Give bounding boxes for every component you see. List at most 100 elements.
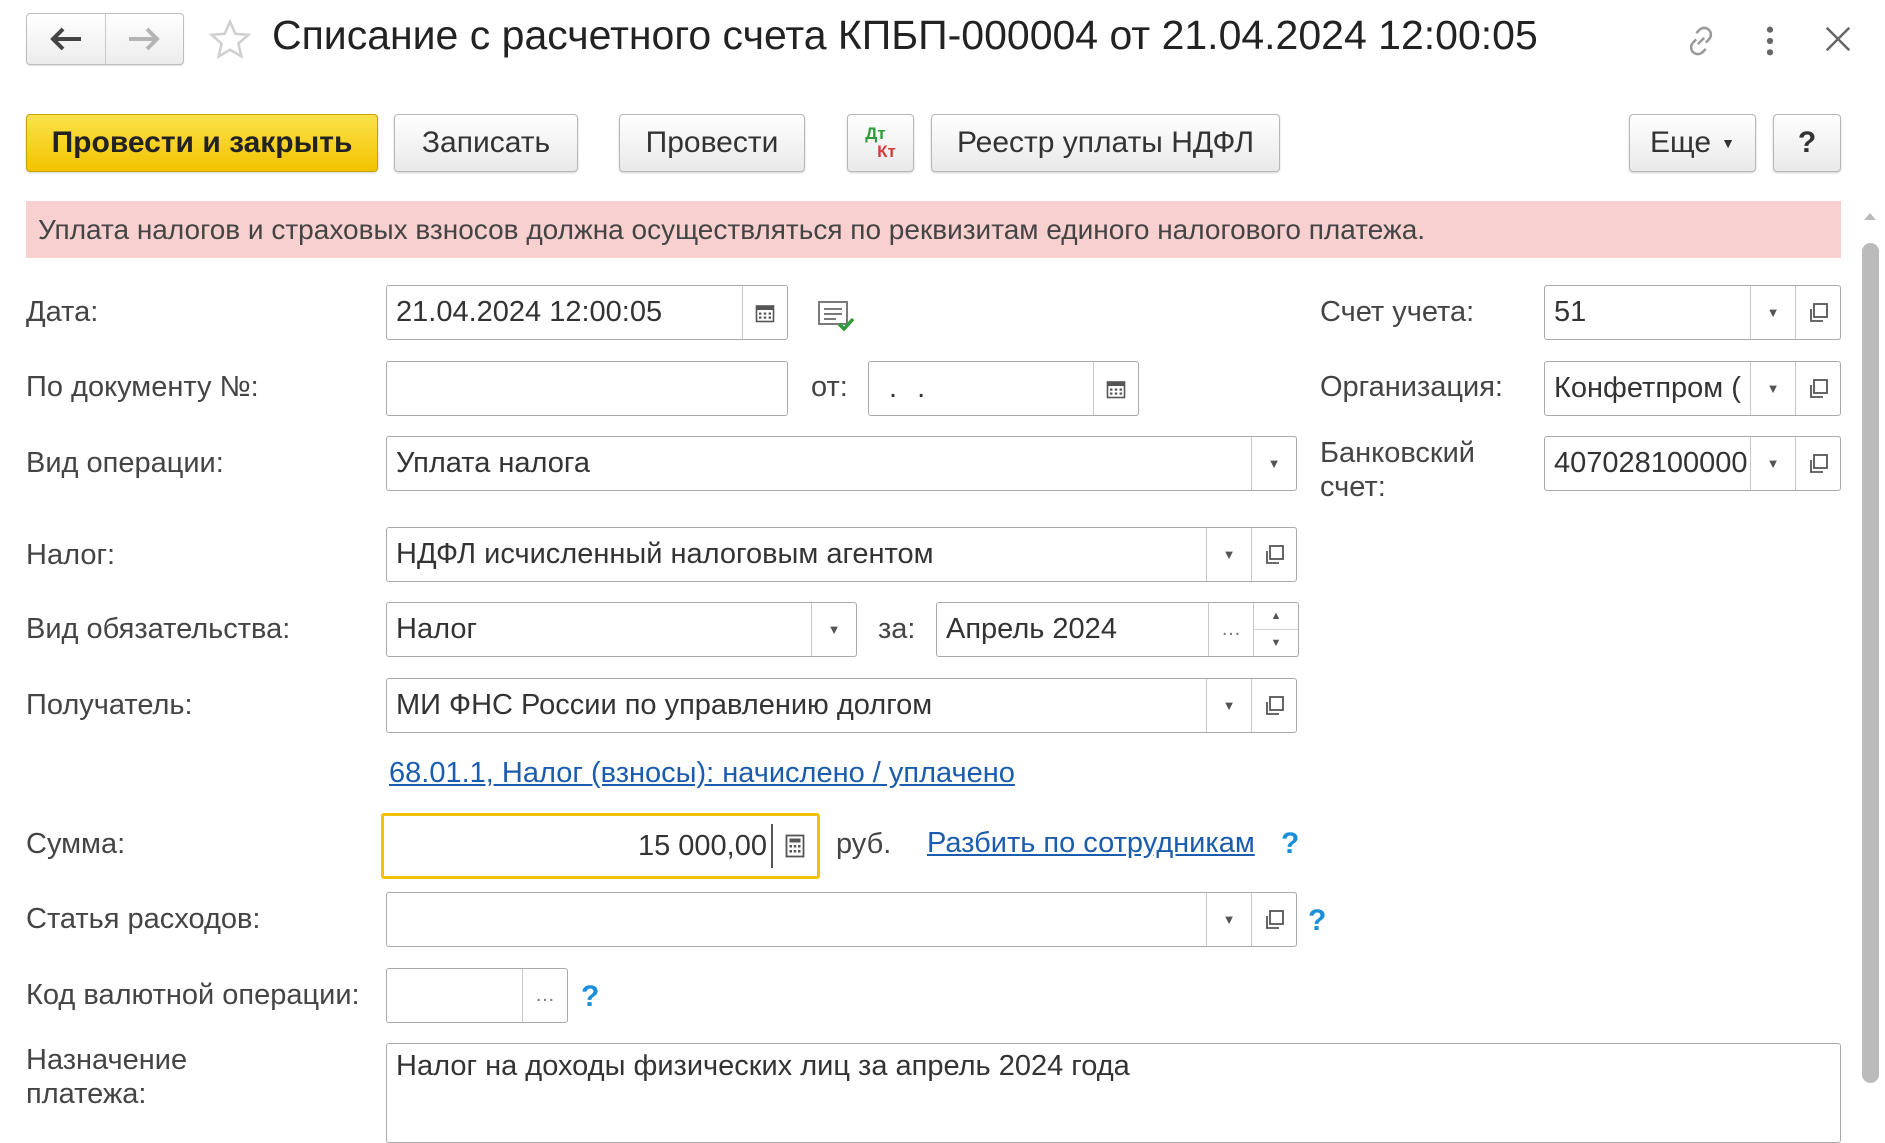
dt-kt-button[interactable]: Дт Кт <box>847 114 914 172</box>
currency-label: руб. <box>836 828 892 860</box>
ndfl-registry-button[interactable]: Реестр уплаты НДФЛ <box>931 114 1280 172</box>
doc-number-label: По документу №: <box>26 371 259 403</box>
open-copy-icon <box>1810 453 1828 473</box>
more-vert-icon[interactable] <box>1760 24 1780 58</box>
bank-account-label-line2: счет: <box>1320 471 1386 503</box>
period-value: Апрель 2024 <box>946 613 1117 645</box>
period-spinner[interactable]: ▲ ▼ <box>1253 603 1298 656</box>
account-label: Счет учета: <box>1320 296 1475 328</box>
bank-account-label: Банковский счет: <box>1320 436 1475 504</box>
organization-select[interactable]: Конфетпром ( ▼ <box>1544 361 1841 416</box>
obligation-value: Налог <box>396 613 478 645</box>
expense-item-select[interactable]: ▼ <box>386 892 1297 947</box>
doc-date-field[interactable]: . . <box>868 361 1139 416</box>
help-icon[interactable]: ? <box>1308 904 1326 938</box>
period-field[interactable]: Апрель 2024 … ▲ ▼ <box>936 602 1299 657</box>
organization-open-button[interactable] <box>1795 362 1840 415</box>
bank-account-label-line1: Банковский <box>1320 437 1475 469</box>
bank-account-select[interactable]: 407028100000 ▼ <box>1544 436 1841 491</box>
date-field[interactable]: 21.04.2024 12:00:05 <box>386 285 788 340</box>
recipient-dropdown-button[interactable]: ▼ <box>1206 679 1251 732</box>
link-icon[interactable] <box>1682 22 1720 60</box>
more-label: Еще <box>1650 126 1712 159</box>
bank-account-open-button[interactable] <box>1795 437 1840 490</box>
doc-number-input[interactable] <box>386 361 788 416</box>
dt-label: Дт <box>865 124 886 143</box>
purpose-label-line1: Назначение <box>26 1044 188 1076</box>
scroll-up-icon[interactable] <box>1862 210 1878 222</box>
document-check-icon[interactable] <box>817 300 855 332</box>
account-select[interactable]: 51 ▼ <box>1544 285 1841 340</box>
account-value: 51 <box>1554 296 1587 328</box>
ellipsis-icon: … <box>535 984 555 1006</box>
purpose-label-line2: платежа: <box>26 1078 147 1110</box>
open-copy-icon <box>1266 909 1284 929</box>
kt-label: Кт <box>877 142 896 161</box>
purpose-label: Назначение платежа: <box>26 1043 187 1111</box>
page-title: Списание с расчетного счета КПБП-000004 … <box>272 12 1538 58</box>
bank-account-value: 407028100000 <box>1554 447 1748 479</box>
open-copy-icon <box>1266 544 1284 564</box>
more-button[interactable]: Еще ▼ <box>1629 114 1756 172</box>
obligation-label: Вид обязательства: <box>26 613 291 645</box>
operation-type-dropdown-button[interactable]: ▼ <box>1251 437 1296 490</box>
calendar-icon <box>1106 380 1126 398</box>
date-calendar-button[interactable] <box>742 286 787 339</box>
vertical-scrollbar[interactable] <box>1862 243 1879 1083</box>
recipient-open-button[interactable] <box>1251 679 1296 732</box>
tax-label: Налог: <box>26 539 116 571</box>
forward-button[interactable] <box>104 14 184 64</box>
caret-down-icon: ▼ <box>1222 912 1236 927</box>
sum-input[interactable]: 15 000,00 <box>381 813 820 879</box>
tax-open-button[interactable] <box>1251 528 1296 581</box>
spin-up-icon[interactable]: ▲ <box>1271 603 1282 629</box>
recipient-label: Получатель: <box>26 689 193 721</box>
tax-select[interactable]: НДФЛ исчисленный налоговым агентом ▼ <box>386 527 1297 582</box>
obligation-select[interactable]: Налог ▼ <box>386 602 857 657</box>
calculator-icon <box>785 834 805 858</box>
payment-purpose-textarea[interactable]: Налог на доходы физических лиц за апрель… <box>386 1043 1841 1143</box>
save-button[interactable]: Записать <box>394 114 578 172</box>
operation-type-label: Вид операции: <box>26 447 224 479</box>
bank-account-dropdown-button[interactable]: ▼ <box>1750 437 1795 490</box>
help-icon[interactable]: ? <box>1281 827 1299 861</box>
expense-open-button[interactable] <box>1251 893 1296 946</box>
sum-calculator-button[interactable] <box>773 816 817 876</box>
caret-down-icon: ▼ <box>1766 381 1780 396</box>
spin-down-icon[interactable]: ▼ <box>1254 629 1298 656</box>
doc-date-calendar-button[interactable] <box>1093 362 1138 415</box>
doc-date-value: . . <box>889 372 932 404</box>
star-icon[interactable] <box>208 18 252 62</box>
post-button[interactable]: Провести <box>619 114 805 172</box>
account-open-button[interactable] <box>1795 286 1840 339</box>
ellipsis-icon: … <box>1221 618 1241 640</box>
split-by-employees-link[interactable]: Разбить по сотрудникам <box>927 827 1255 860</box>
help-button[interactable]: ? <box>1773 114 1841 172</box>
doc-number-value <box>387 362 787 415</box>
caret-down-icon: ▼ <box>1222 547 1236 562</box>
currency-operation-choose-button[interactable]: … <box>522 969 567 1022</box>
arrow-right-icon <box>129 27 161 51</box>
organization-dropdown-button[interactable]: ▼ <box>1750 362 1795 415</box>
currency-operation-value <box>387 969 522 1022</box>
account-link[interactable]: 68.01.1, Налог (взносы): начислено / упл… <box>389 757 1015 790</box>
expense-dropdown-button[interactable]: ▼ <box>1206 893 1251 946</box>
back-button[interactable] <box>27 14 105 64</box>
recipient-select[interactable]: МИ ФНС России по управлению долгом ▼ <box>386 678 1297 733</box>
open-copy-icon <box>1810 378 1828 398</box>
post-and-close-button[interactable]: Провести и закрыть <box>26 114 378 172</box>
help-icon[interactable]: ? <box>581 980 599 1014</box>
operation-type-select[interactable]: Уплата налога ▼ <box>386 436 1297 491</box>
account-dropdown-button[interactable]: ▼ <box>1750 286 1795 339</box>
open-copy-icon <box>1810 302 1828 322</box>
currency-operation-field[interactable]: … <box>386 968 568 1023</box>
caret-down-icon: ▼ <box>1222 698 1236 713</box>
period-choose-button[interactable]: … <box>1208 603 1253 656</box>
close-icon[interactable] <box>1823 24 1853 54</box>
sum-value: 15 000,00 <box>637 829 767 862</box>
date-label: Дата: <box>26 296 99 328</box>
obligation-dropdown-button[interactable]: ▼ <box>811 603 856 656</box>
open-copy-icon <box>1266 695 1284 715</box>
caret-down-icon: ▼ <box>1766 456 1780 471</box>
tax-dropdown-button[interactable]: ▼ <box>1206 528 1251 581</box>
